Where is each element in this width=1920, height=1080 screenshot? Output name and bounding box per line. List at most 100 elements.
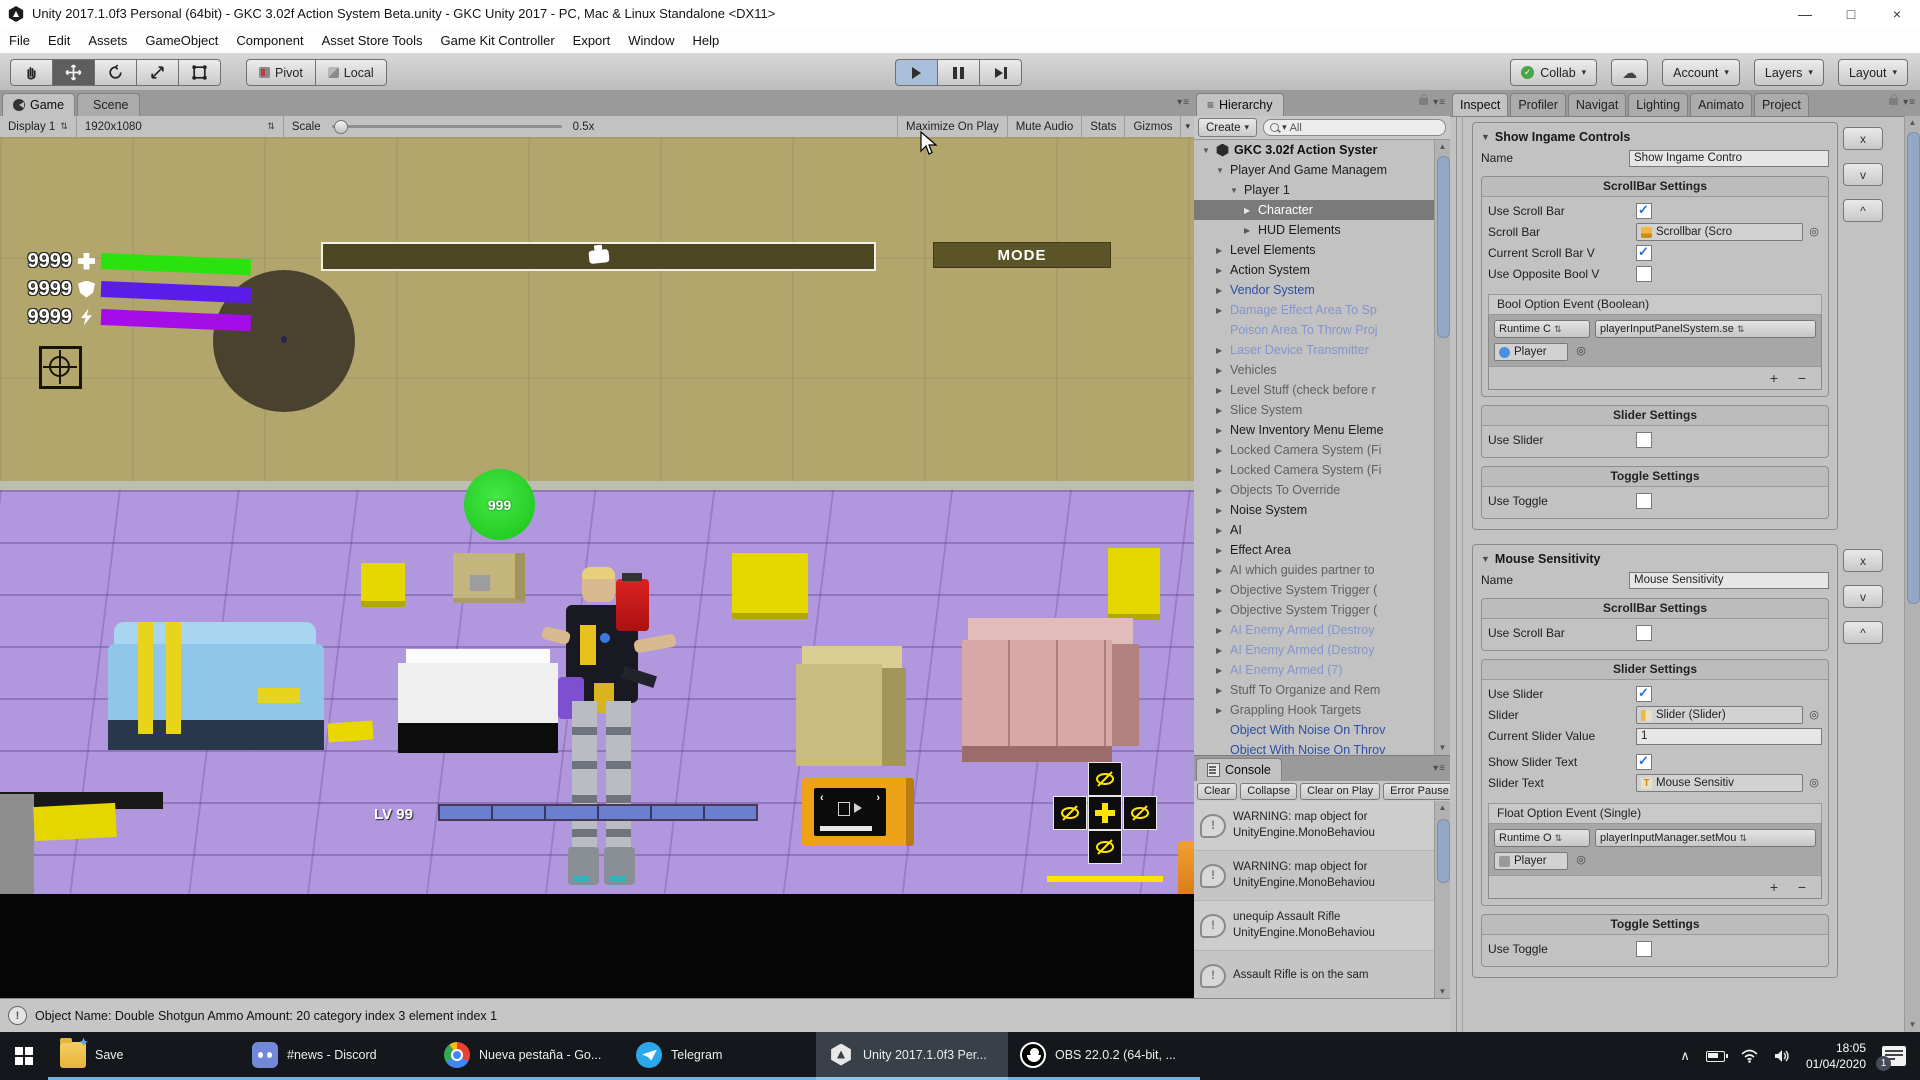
close-button[interactable]: × (1874, 0, 1920, 28)
console-log-entry[interactable]: ! unequip Assault RifleUnityEngine.MonoB… (1194, 901, 1450, 951)
object-picker-icon[interactable]: ◎ (1806, 775, 1822, 791)
foldout-icon[interactable]: ▼ (1481, 132, 1490, 142)
menu-item[interactable]: Window (619, 28, 683, 53)
expand-arrow-icon[interactable] (1216, 486, 1227, 495)
remove-element-button[interactable]: x (1843, 127, 1883, 150)
remove-event-button[interactable]: − (1793, 370, 1811, 386)
layers-button[interactable]: Layers▾ (1754, 59, 1824, 86)
wifi-icon[interactable] (1741, 1049, 1758, 1063)
panel-menu-icon[interactable]: ▾≡ (1889, 97, 1916, 108)
console-log-entry[interactable]: ! WARNING: map object forUnityEngine.Mon… (1194, 801, 1450, 851)
gizmos-caret[interactable]: ▾ (1180, 116, 1194, 137)
object-picker-icon[interactable]: ◎ (1573, 852, 1589, 868)
hierarchy-item[interactable]: Damage Effect Area To Sp (1194, 300, 1450, 320)
hierarchy-item[interactable]: AI (1194, 520, 1450, 540)
start-button[interactable] (0, 1032, 48, 1080)
console-button[interactable]: Clear on Play (1300, 783, 1380, 800)
hand-tool-icon[interactable] (10, 59, 52, 86)
collab-button[interactable]: ✓Collab▾ (1510, 59, 1597, 86)
scale-track[interactable] (332, 125, 562, 128)
name-field[interactable]: Mouse Sensitivity (1629, 572, 1829, 589)
taskbar-app[interactable]: #news - Discord (240, 1032, 432, 1080)
remove-event-button[interactable]: − (1793, 879, 1811, 895)
expand-arrow-icon[interactable] (1216, 686, 1227, 695)
show-slider-text-checkbox[interactable] (1636, 754, 1652, 770)
event-function-dropdown[interactable]: playerInputPanelSystem.se⇅ (1595, 320, 1816, 338)
slider-object-field[interactable]: Slider (Slider) (1636, 706, 1803, 724)
play-button[interactable] (895, 59, 937, 86)
expand-arrow-icon[interactable] (1216, 666, 1227, 675)
panel-menu-icon[interactable]: ▾≡ (1419, 97, 1446, 108)
expand-arrow-icon[interactable] (1216, 546, 1227, 555)
expand-arrow-icon[interactable] (1216, 406, 1227, 415)
use-scroll-bar-checkbox[interactable] (1636, 203, 1652, 219)
expand-arrow-icon[interactable] (1230, 186, 1241, 195)
hierarchy-item[interactable]: Level Elements (1194, 240, 1450, 260)
scroll-down-icon[interactable]: ▼ (1905, 1018, 1920, 1032)
current-scroll-bar-value-checkbox[interactable] (1636, 245, 1652, 261)
hierarchy-item[interactable]: Laser Device Transmitter (1194, 340, 1450, 360)
use-slider-checkbox[interactable] (1636, 686, 1652, 702)
hierarchy-item[interactable]: Effect Area (1194, 540, 1450, 560)
hierarchy-item[interactable]: Object With Noise On Throv (1194, 720, 1450, 740)
hierarchy-item[interactable]: Slice System (1194, 400, 1450, 420)
hierarchy-item[interactable]: Action System (1194, 260, 1450, 280)
scroll-up-icon[interactable]: ▲ (1435, 801, 1450, 815)
inspector-tab[interactable]: Animato (1690, 93, 1752, 116)
menu-item[interactable]: GameObject (136, 28, 227, 53)
hierarchy-item[interactable]: AI Enemy Armed (Destroy (1194, 640, 1450, 660)
move-down-button[interactable]: v (1843, 163, 1883, 186)
hierarchy-item[interactable]: Player 1 (1194, 180, 1450, 200)
expand-arrow-icon[interactable] (1216, 606, 1227, 615)
menu-item[interactable]: Asset Store Tools (313, 28, 432, 53)
add-event-button[interactable]: + (1765, 879, 1783, 895)
panel-menu-icon[interactable]: ▾≡ (1177, 97, 1190, 108)
minimize-button[interactable]: — (1782, 0, 1828, 28)
expand-arrow-icon[interactable] (1216, 246, 1227, 255)
inspector-tab[interactable]: Navigat (1568, 93, 1626, 116)
hierarchy-item[interactable]: Objective System Trigger ( (1194, 580, 1450, 600)
hierarchy-item[interactable]: Locked Camera System (Fi (1194, 460, 1450, 480)
display-dropdown[interactable]: Display 1⇅ (0, 116, 77, 137)
pause-button[interactable] (937, 59, 979, 86)
expand-arrow-icon[interactable] (1216, 346, 1227, 355)
inspector-tab[interactable]: Lighting (1628, 93, 1688, 116)
tab-console[interactable]: Console (1196, 758, 1282, 781)
expand-arrow-icon[interactable] (1244, 226, 1255, 235)
expand-arrow-icon[interactable] (1216, 566, 1227, 575)
expand-arrow-icon[interactable] (1216, 386, 1227, 395)
name-field[interactable]: Show Ingame Contro (1629, 150, 1829, 167)
game-toolbar-button[interactable]: Gizmos (1124, 116, 1180, 137)
component-header[interactable]: ▼Mouse Sensitivity (1481, 549, 1829, 569)
remove-element-button[interactable]: x (1843, 549, 1883, 572)
hierarchy-item[interactable]: AI Enemy Armed (Destroy (1194, 620, 1450, 640)
maximize-button[interactable]: □ (1828, 0, 1874, 28)
taskbar-app[interactable]: Nueva pestaña - Go... (432, 1032, 624, 1080)
hierarchy-item[interactable]: Vendor System (1194, 280, 1450, 300)
hierarchy-item[interactable]: Noise System (1194, 500, 1450, 520)
hierarchy-item[interactable]: AI which guides partner to (1194, 560, 1450, 580)
scroll-bar-object-field[interactable]: Scrollbar (Scro (1636, 223, 1803, 241)
expand-arrow-icon[interactable] (1216, 706, 1227, 715)
console-log-entry[interactable]: ! Assault Rifle is on the sam (1194, 951, 1450, 998)
rect-tool-icon[interactable] (178, 59, 221, 86)
menu-item[interactable]: Help (683, 28, 728, 53)
foldout-icon[interactable]: ▼ (1481, 554, 1490, 564)
lock-icon[interactable] (1419, 98, 1428, 105)
move-up-button[interactable]: ^ (1843, 199, 1883, 222)
inspector-tab[interactable]: Profiler (1510, 93, 1566, 116)
expand-arrow-icon[interactable] (1216, 306, 1227, 315)
inspector-tab[interactable]: Project (1754, 93, 1809, 116)
scale-tool-icon[interactable] (136, 59, 178, 86)
hierarchy-item[interactable]: Object With Noise On Throv (1194, 740, 1450, 755)
panel-menu-icon[interactable]: ▾≡ (1433, 763, 1446, 774)
scale-slider[interactable]: Scale 0.5x (284, 116, 603, 137)
expand-arrow-icon[interactable] (1216, 266, 1227, 275)
speaker-icon[interactable] (1774, 1049, 1790, 1063)
hierarchy-scrollbar[interactable]: ▲ ▼ (1434, 140, 1450, 755)
scroll-down-icon[interactable]: ▼ (1435, 985, 1450, 998)
expand-arrow-icon[interactable] (1216, 646, 1227, 655)
slider-text-object-field[interactable]: TMouse Sensitiv (1636, 774, 1803, 792)
event-target-object-field[interactable]: Player (1494, 852, 1568, 870)
scroll-thumb[interactable] (1437, 156, 1450, 338)
